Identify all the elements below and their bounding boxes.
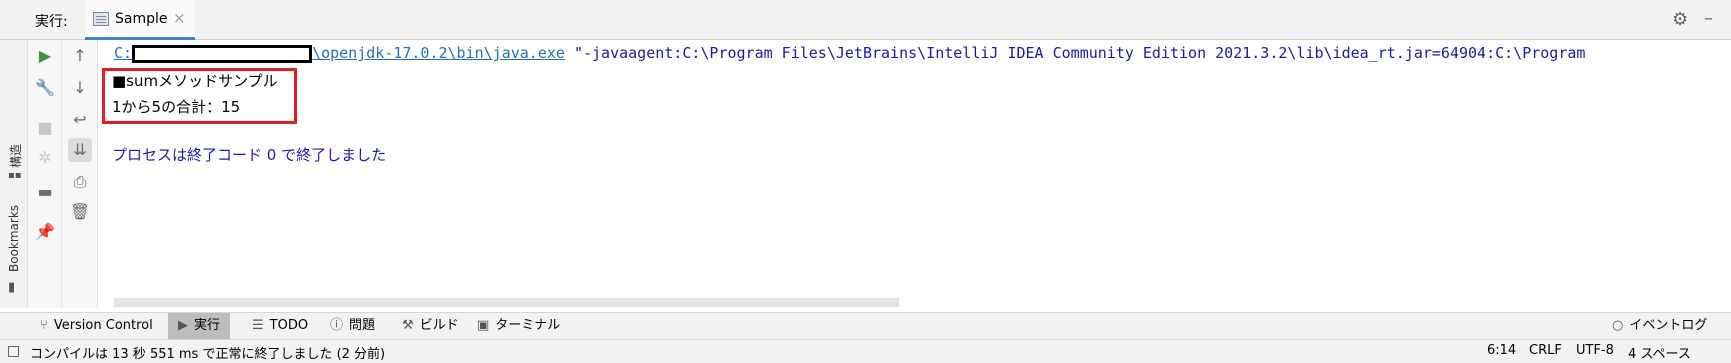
run-toolbar-right: ↑ ↓ ↩ ⇊ ⎙ 🗑 bbox=[62, 40, 98, 308]
exit-message: プロセスは終了コード 0 で終了しました bbox=[112, 146, 387, 164]
event-log-label: イベントログ bbox=[1629, 318, 1708, 333]
run-label: 実行: bbox=[35, 14, 68, 30]
tab-terminal[interactable]: ▣ ターミナル bbox=[477, 313, 560, 339]
arrow-down-icon[interactable]: ↓ bbox=[68, 76, 92, 100]
tab-label: 問題 bbox=[349, 318, 376, 333]
tab-todo[interactable]: ☰ TODO bbox=[252, 313, 308, 339]
status-bar: コンパイルは 13 秒 551 ms で正常に終了しました (2 分前) 6:1… bbox=[0, 339, 1731, 363]
bottom-tool-tabs: ⑂ Version Control ▶ 実行 ☰ TODO ⓘ 問題 ⚒ ビルド ▣ ターミ… bbox=[0, 312, 1731, 339]
output-line-2: 1から5の合計：15 bbox=[112, 98, 241, 116]
tab-label: TODO bbox=[269, 318, 309, 333]
scroll-to-end-icon[interactable]: ⇊ bbox=[68, 138, 92, 162]
list-icon: ☰ bbox=[252, 318, 264, 333]
left-side-strip: 構造 ▪▪ Bookmarks ▮ bbox=[0, 40, 28, 308]
status-message[interactable]: コンパイルは 13 秒 551 ms で正常に終了しました (2 分前) bbox=[30, 343, 385, 362]
console-tab-icon bbox=[93, 12, 109, 26]
tab-run[interactable]: ▶ 実行 bbox=[168, 313, 231, 339]
terminal-icon: ▣ bbox=[477, 318, 490, 333]
tab-label: ターミナル bbox=[495, 318, 561, 333]
redacted-block bbox=[132, 45, 313, 63]
event-log-icon: ○ bbox=[1612, 318, 1624, 333]
tab-problems[interactable]: ⓘ 問題 bbox=[330, 313, 375, 339]
debug-icon[interactable]: ✲ bbox=[33, 146, 57, 170]
wrench-icon[interactable]: 🔧 bbox=[33, 76, 57, 100]
gear-icon[interactable]: ⚙ bbox=[1672, 11, 1688, 29]
tab-label: 実行 bbox=[194, 318, 221, 333]
java-path-prefix[interactable]: C: bbox=[114, 44, 132, 62]
sidebar-structure-label[interactable]: 構造 bbox=[7, 144, 24, 168]
soft-wrap-icon[interactable]: ↩ bbox=[68, 108, 92, 132]
run-tool-window-header: 実行: Sample × ⚙ – bbox=[0, 0, 1731, 40]
tab-build[interactable]: ⚒ ビルド bbox=[402, 313, 459, 339]
tab-version-control[interactable]: ⑂ Version Control bbox=[40, 313, 153, 339]
line-ending[interactable]: CRLF bbox=[1529, 343, 1562, 358]
trash-icon[interactable]: 🗑 bbox=[68, 200, 92, 224]
run-icon: ▶ bbox=[178, 318, 188, 333]
close-icon[interactable]: × bbox=[173, 9, 186, 27]
pin-icon[interactable]: 📌 bbox=[33, 220, 57, 244]
print-icon[interactable]: ⎙ bbox=[68, 170, 92, 194]
tab-sample[interactable]: Sample × bbox=[85, 0, 195, 40]
java-path-link[interactable]: \openjdk-17.0.2\bin\java.exe bbox=[312, 44, 565, 62]
rerun-icon[interactable]: ▶ bbox=[33, 44, 57, 68]
file-encoding[interactable]: UTF-8 bbox=[1576, 343, 1614, 358]
run-toolbar-left: ▶ 🔧 ■ ✲ ▬ 📌 bbox=[28, 40, 62, 308]
indent-setting[interactable]: 4 スペース bbox=[1628, 343, 1691, 362]
bookmark-icon: ▮ bbox=[8, 280, 16, 295]
output-line-1: ■sumメソッドサンプル bbox=[112, 72, 278, 90]
toggle-tool-windows-icon[interactable] bbox=[8, 346, 19, 357]
stop-icon[interactable]: ■ bbox=[33, 116, 57, 140]
sidebar-bookmarks-label[interactable]: Bookmarks bbox=[7, 205, 21, 272]
command-args: "-javaagent:C:\Program Files\JetBrains\I… bbox=[564, 44, 1586, 62]
console-output[interactable]: C: \openjdk-17.0.2\bin\java.exe "-javaage… bbox=[98, 40, 1731, 308]
hammer-icon: ⚒ bbox=[402, 318, 414, 333]
tab-label: ビルド bbox=[419, 318, 459, 333]
minimize-icon[interactable]: – bbox=[1704, 8, 1713, 29]
caret-position[interactable]: 6:14 bbox=[1487, 343, 1516, 358]
layout-icon[interactable]: ▬ bbox=[33, 180, 57, 204]
structure-icon: ▪▪ bbox=[8, 170, 22, 181]
branch-icon: ⑂ bbox=[40, 318, 48, 333]
event-log[interactable]: ○ イベントログ bbox=[1612, 313, 1707, 339]
tab-label: Sample bbox=[115, 11, 168, 27]
command-line: C: \openjdk-17.0.2\bin\java.exe "-javaage… bbox=[114, 44, 1585, 63]
tab-label: Version Control bbox=[53, 318, 153, 333]
problems-icon: ⓘ bbox=[330, 318, 344, 333]
arrow-up-icon[interactable]: ↑ bbox=[68, 44, 92, 68]
horizontal-scrollbar[interactable] bbox=[114, 298, 899, 307]
